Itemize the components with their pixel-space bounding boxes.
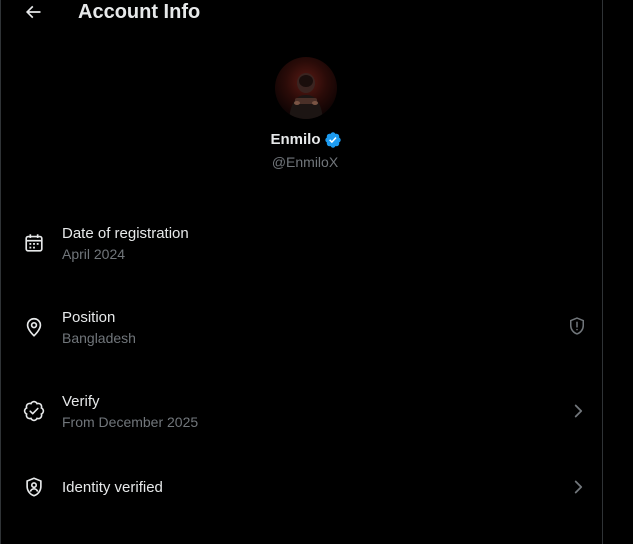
row-identity-verified[interactable]: Identity verified bbox=[1, 464, 604, 534]
row-value: Bangladesh bbox=[62, 330, 136, 346]
row-value: April 2024 bbox=[62, 246, 126, 262]
avatar[interactable] bbox=[275, 57, 337, 119]
shield-alert-icon[interactable] bbox=[567, 316, 589, 338]
page-title: Account Info bbox=[78, 1, 201, 23]
row-label: Position bbox=[62, 309, 116, 326]
calendar-icon bbox=[23, 232, 45, 254]
row-label: Identity verified bbox=[62, 479, 163, 496]
verified-badge-outline-icon bbox=[23, 400, 45, 422]
verified-badge-icon[interactable] bbox=[324, 131, 342, 149]
account-info-panel: Account Info Enmilo @EnmiloX Date of reg… bbox=[0, 0, 603, 544]
back-button[interactable] bbox=[17, 0, 49, 24]
row-verify[interactable]: Verify From December 2025 bbox=[1, 388, 604, 458]
row-date-of-registration: Date of registration April 2024 bbox=[1, 220, 604, 290]
chevron-right-icon bbox=[567, 400, 589, 422]
arrow-left-icon bbox=[23, 2, 43, 22]
name-row: Enmilo bbox=[1, 130, 611, 150]
chevron-right-icon bbox=[567, 476, 589, 498]
display-name: Enmilo bbox=[270, 131, 321, 148]
row-label: Date of registration bbox=[62, 225, 189, 242]
row-position: Position Bangladesh bbox=[1, 304, 604, 374]
handle: @EnmiloX bbox=[271, 154, 339, 170]
id-shield-icon bbox=[23, 476, 45, 498]
location-pin-icon bbox=[23, 316, 45, 338]
row-value: From December 2025 bbox=[62, 414, 199, 430]
row-label: Verify bbox=[62, 393, 100, 410]
header: Account Info bbox=[1, 0, 604, 26]
